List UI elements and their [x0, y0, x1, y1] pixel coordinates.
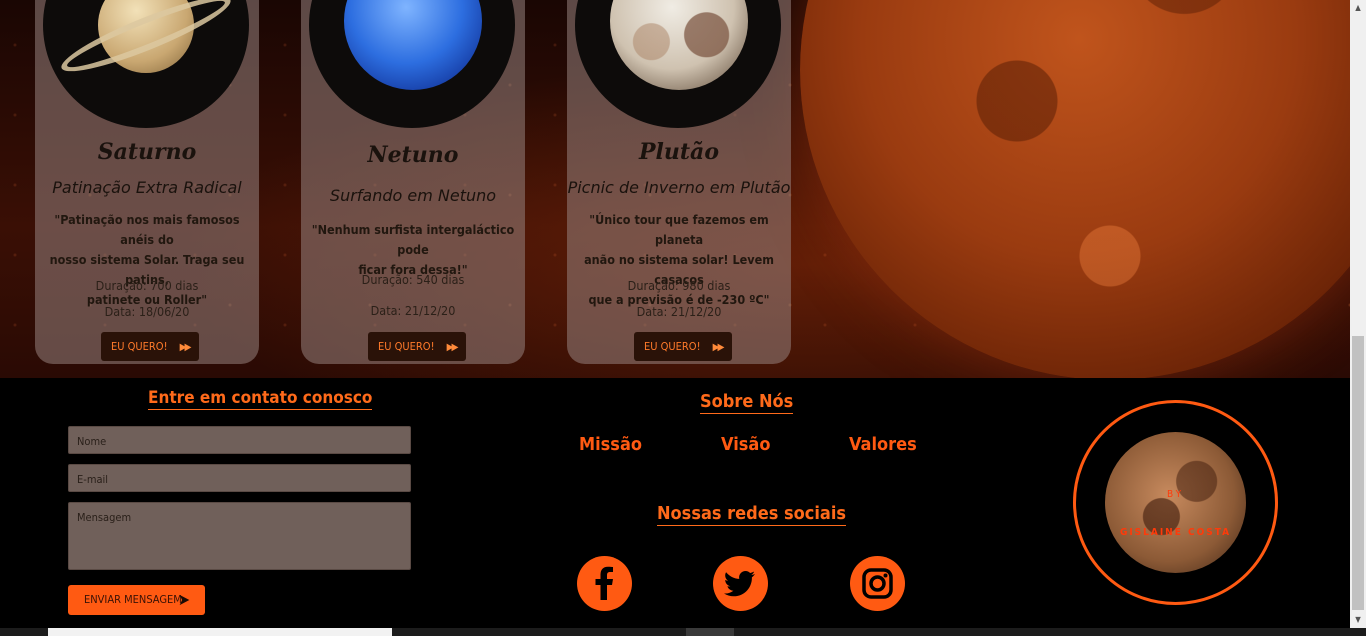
card-title: Saturno [97, 139, 197, 165]
eu-quero-button[interactable]: EU QUERO! ▶▶ [101, 332, 200, 361]
card-title: Plutão [639, 139, 719, 165]
card-duration: Duração: 540 dias [361, 272, 465, 287]
card-duration: Duração: 700 dias [95, 278, 199, 293]
card-date: Data: 21/12/20 [370, 303, 456, 318]
fast-forward-icon: ▶▶ [179, 342, 192, 353]
fast-forward-icon: ▶▶ [446, 342, 459, 353]
scroll-up-arrow-icon[interactable]: ▲ [1350, 0, 1366, 16]
tour-card-netuno: Netuno Surfando em Netuno "Nenhum surfis… [301, 0, 525, 364]
pluto-icon [575, 0, 781, 128]
moon-icon [1105, 432, 1246, 573]
email-field[interactable]: E-mail [68, 464, 411, 492]
footer: Entre em contato conosco Nome E-mail Men… [0, 378, 1350, 628]
card-description: "Nenhum surfista intergaláctico pode fic… [311, 222, 515, 277]
card-subtitle: Surfando em Netuno [329, 186, 497, 205]
card-description: "Patinação nos mais famosos anéis do nos… [49, 212, 245, 307]
about-title: Sobre Nós [700, 391, 794, 414]
link-valores[interactable]: Valores [849, 434, 917, 455]
badge-by-label: BY [1166, 489, 1185, 500]
card-title: Netuno [367, 142, 459, 168]
tour-card-plutao: Plutão Picnic de Inverno em Plutão "Únic… [567, 0, 791, 364]
card-duration: Duração: 980 dias [627, 278, 731, 293]
twitter-icon[interactable] [713, 556, 768, 611]
card-date: Data: 21/12/20 [636, 304, 722, 319]
link-visao[interactable]: Visão [721, 434, 770, 455]
link-missao[interactable]: Missão [579, 434, 642, 455]
taskbar-active-app[interactable] [686, 628, 734, 636]
send-message-button[interactable]: ENVIAR MENSAGEM ➤ [68, 585, 205, 615]
social-title: Nossas redes sociais [657, 503, 847, 526]
scrollbar-thumb[interactable] [1352, 336, 1364, 610]
scroll-down-arrow-icon[interactable]: ▼ [1350, 612, 1366, 628]
send-icon: ➤ [177, 590, 190, 609]
taskbar-search-box[interactable] [48, 628, 392, 636]
message-field[interactable]: Mensagem [68, 502, 411, 570]
card-subtitle: Picnic de Inverno em Plutão [567, 178, 791, 197]
fast-forward-icon: ▶▶ [712, 342, 725, 353]
instagram-icon[interactable] [850, 556, 905, 611]
card-date: Data: 18/06/20 [104, 304, 190, 319]
neptune-icon [309, 0, 515, 128]
name-field[interactable]: Nome [68, 426, 411, 454]
card-description: "Único tour que fazemos em planeta anão … [584, 212, 774, 307]
facebook-icon[interactable] [577, 556, 632, 611]
author-badge: BY GISLAINE COSTA [1073, 400, 1278, 605]
card-subtitle: Patinação Extra Radical [52, 178, 242, 197]
badge-author-name: GISLAINE COSTA [1119, 527, 1232, 538]
saturn-icon [43, 0, 249, 128]
contact-title: Entre em contato conosco [148, 388, 373, 410]
eu-quero-button[interactable]: EU QUERO! ▶▶ [634, 332, 733, 361]
eu-quero-button[interactable]: EU QUERO! ▶▶ [368, 332, 467, 361]
hero-section: Saturno Patinação Extra Radical "Patinaç… [0, 0, 1350, 378]
tour-card-saturno: Saturno Patinação Extra Radical "Patinaç… [35, 0, 259, 364]
